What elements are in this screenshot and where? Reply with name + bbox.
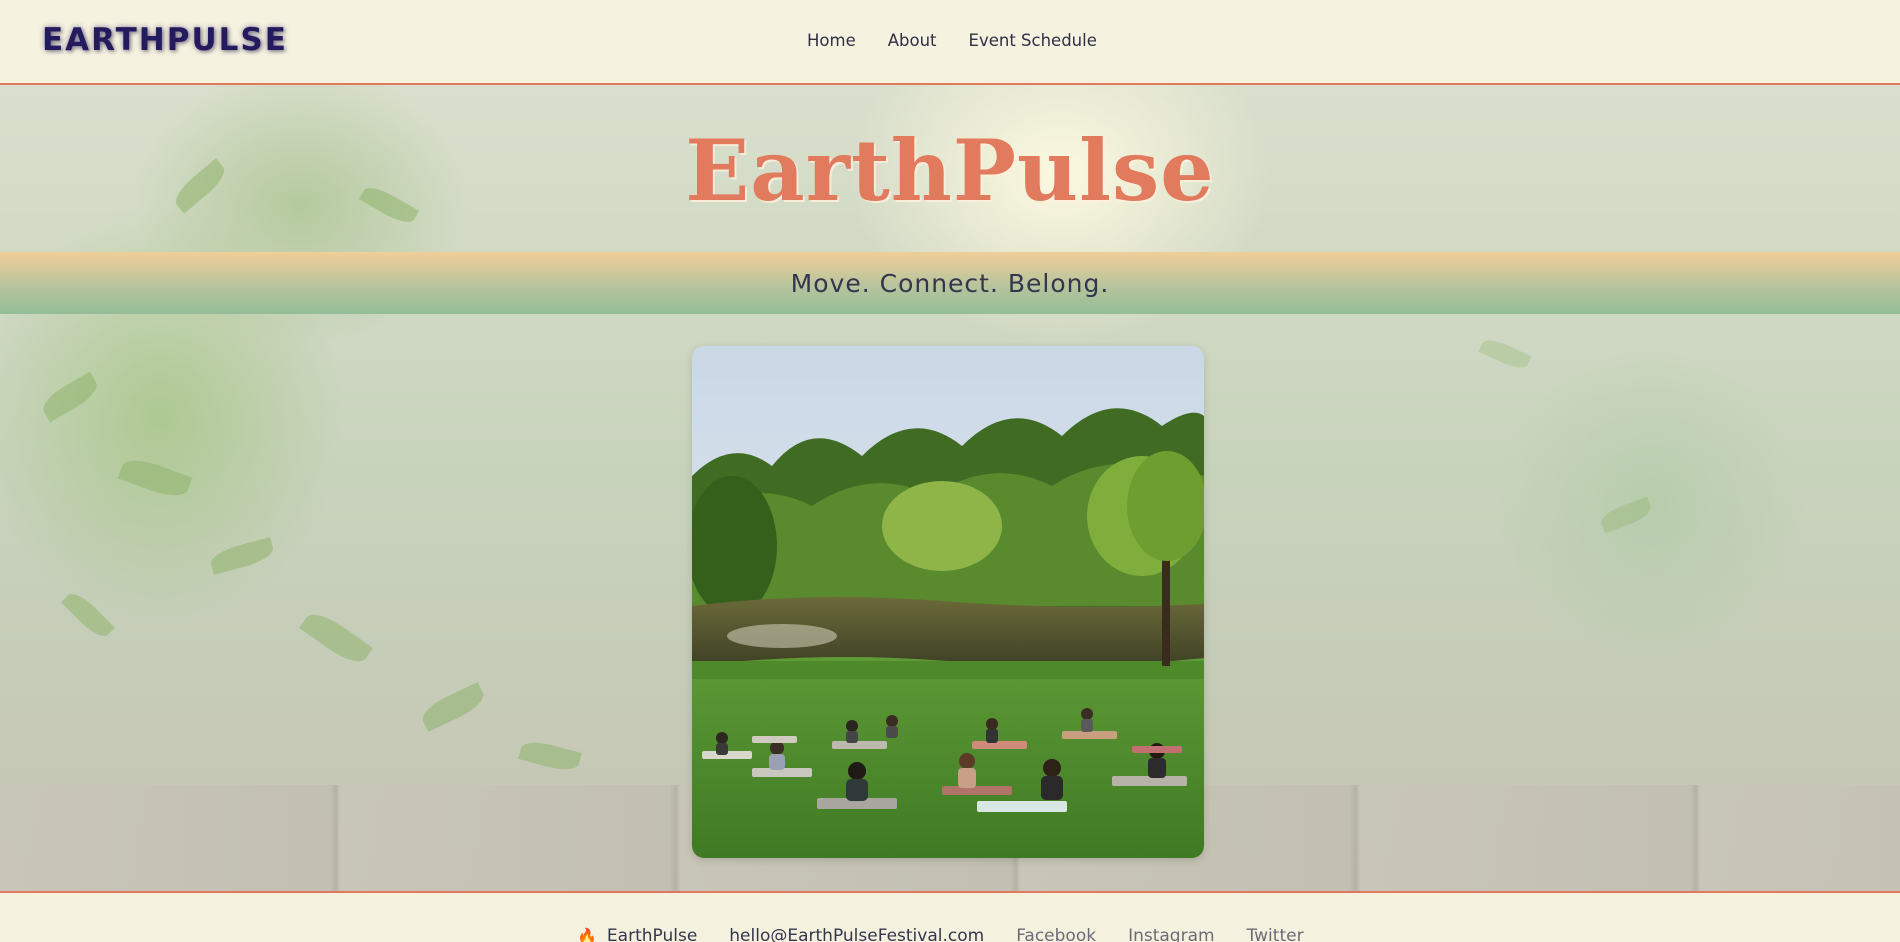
footer-brand: EarthPulse [606,926,698,942]
top-navbar: EARTHPULSE Home About Event Schedule [0,0,1900,85]
tagline-banner: Move. Connect. Belong. [0,252,1900,314]
nav-event-schedule-link[interactable]: Event Schedule [969,31,1097,50]
main-nav: Home About Event Schedule [807,31,1097,50]
footer-email-link[interactable]: hello@EarthPulseFestival.com [729,926,984,942]
footer-content: 🔥 EarthPulse hello@EarthPulseFestival.co… [577,926,1336,942]
tagline-text: Move. Connect. Belong. [790,268,1110,298]
footer-twitter-link[interactable]: Twitter [1247,926,1304,942]
footer-instagram-link[interactable]: Instagram [1128,926,1215,942]
flame-icon: 🔥 [577,926,597,942]
hero-title: EarthPulse [685,121,1215,220]
site-logo[interactable]: EARTHPULSE [42,22,288,58]
footer-facebook-link[interactable]: Facebook [1016,926,1096,942]
site-footer: 🔥 EarthPulse hello@EarthPulseFestival.co… [0,891,1900,942]
nav-about-link[interactable]: About [888,31,937,50]
yoga-by-river-photo [692,346,1204,858]
nav-home-link[interactable]: Home [807,31,856,50]
